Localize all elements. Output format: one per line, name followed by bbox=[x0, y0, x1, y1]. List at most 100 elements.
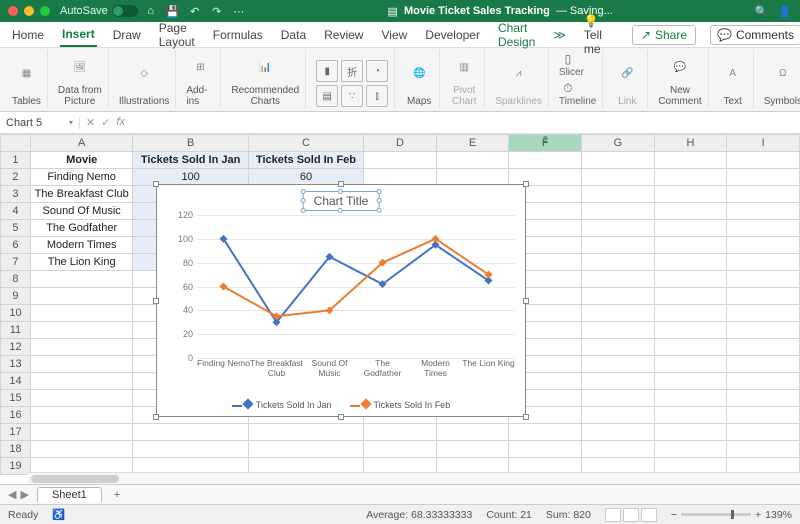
cell[interactable] bbox=[436, 441, 509, 458]
cell[interactable] bbox=[364, 441, 437, 458]
cell[interactable] bbox=[654, 220, 727, 237]
sheet-tab-sheet1[interactable]: Sheet1 bbox=[37, 487, 102, 502]
embedded-chart[interactable]: Chart Title 020406080100120 Finding Nemo… bbox=[156, 184, 526, 417]
cell[interactable] bbox=[30, 407, 133, 424]
row-header-16[interactable]: 16 bbox=[1, 407, 31, 424]
cell[interactable] bbox=[30, 373, 133, 390]
cell[interactable]: The Breakfast Club bbox=[30, 186, 133, 203]
horizontal-scrollbar[interactable] bbox=[28, 472, 800, 484]
tab-insert[interactable]: Insert bbox=[60, 23, 97, 47]
row-header-4[interactable]: 4 bbox=[1, 203, 31, 220]
group-rec-charts[interactable]: 📊 Recommended Charts bbox=[225, 50, 306, 109]
cell[interactable] bbox=[727, 441, 800, 458]
col-header-I[interactable]: I bbox=[727, 135, 800, 152]
cell[interactable] bbox=[364, 169, 437, 186]
row-header-9[interactable]: 9 bbox=[1, 288, 31, 305]
cell[interactable] bbox=[727, 254, 800, 271]
cell[interactable] bbox=[30, 322, 133, 339]
cell[interactable]: Tickets Sold In Feb bbox=[248, 152, 363, 169]
row-header-8[interactable]: 8 bbox=[1, 271, 31, 288]
cell[interactable]: Finding Nemo bbox=[30, 169, 133, 186]
cell[interactable] bbox=[582, 152, 655, 169]
tab-chart-design[interactable]: Chart Design bbox=[496, 17, 537, 53]
cell[interactable] bbox=[654, 356, 727, 373]
cell[interactable] bbox=[582, 237, 655, 254]
zoom-in-icon[interactable]: + bbox=[755, 509, 761, 521]
chart-legend[interactable]: Tickets Sold In Jan Tickets Sold In Feb bbox=[157, 400, 525, 410]
cell[interactable] bbox=[727, 152, 800, 169]
add-sheet-button[interactable]: + bbox=[108, 489, 126, 501]
col-header-B[interactable]: B bbox=[133, 135, 248, 152]
line-chart-icon[interactable]: 折 bbox=[341, 60, 363, 82]
home-icon[interactable]: ⌂ bbox=[144, 4, 158, 18]
col-header-A[interactable]: A bbox=[30, 135, 133, 152]
group-new-comment[interactable]: 💬 New Comment bbox=[652, 50, 708, 109]
pie-chart-icon[interactable]: ◔ bbox=[366, 60, 388, 82]
tab-draw[interactable]: Draw bbox=[111, 24, 143, 46]
row-header-1[interactable]: 1 bbox=[1, 152, 31, 169]
cell[interactable] bbox=[582, 441, 655, 458]
cell[interactable] bbox=[509, 169, 582, 186]
cell[interactable] bbox=[133, 424, 248, 441]
group-illustrations[interactable]: ◇ Illustrations bbox=[113, 50, 177, 109]
cell[interactable] bbox=[654, 424, 727, 441]
cell[interactable] bbox=[364, 424, 437, 441]
col-header-G[interactable]: G bbox=[582, 135, 655, 152]
cell[interactable] bbox=[30, 441, 133, 458]
cell[interactable]: Modern Times bbox=[30, 237, 133, 254]
cell[interactable] bbox=[582, 373, 655, 390]
cell[interactable] bbox=[582, 424, 655, 441]
cell[interactable]: 60 bbox=[248, 169, 363, 186]
cell[interactable] bbox=[30, 288, 133, 305]
group-addins[interactable]: ⊞ Add-ins bbox=[180, 50, 221, 109]
view-buttons[interactable] bbox=[605, 508, 657, 522]
cell[interactable] bbox=[364, 152, 437, 169]
select-all-corner[interactable] bbox=[1, 135, 31, 152]
group-data-from-picture[interactable]: 🖼 Data from Picture bbox=[52, 50, 109, 109]
cell[interactable] bbox=[30, 271, 133, 288]
cell[interactable] bbox=[654, 305, 727, 322]
comments-button[interactable]: 💬 Comments bbox=[710, 25, 800, 45]
cell[interactable] bbox=[654, 203, 727, 220]
cell[interactable] bbox=[582, 356, 655, 373]
cell[interactable] bbox=[654, 441, 727, 458]
cell[interactable] bbox=[654, 390, 727, 407]
cell[interactable] bbox=[30, 356, 133, 373]
cell[interactable] bbox=[654, 373, 727, 390]
zoom-out-icon[interactable]: − bbox=[671, 509, 677, 521]
cell[interactable] bbox=[654, 254, 727, 271]
hierarchy-chart-icon[interactable]: ▤ bbox=[316, 85, 338, 107]
col-header-F[interactable]: ↧F bbox=[509, 135, 582, 152]
name-box[interactable]: Chart 5 ▾ bbox=[0, 117, 80, 129]
row-header-17[interactable]: 17 bbox=[1, 424, 31, 441]
row-header-11[interactable]: 11 bbox=[1, 322, 31, 339]
col-header-C[interactable]: C bbox=[248, 135, 363, 152]
cell[interactable]: Tickets Sold In Jan bbox=[133, 152, 248, 169]
tab-review[interactable]: Review bbox=[322, 24, 365, 46]
bar-chart-icon[interactable]: ▮ bbox=[316, 60, 338, 82]
cell[interactable] bbox=[582, 169, 655, 186]
tab-view[interactable]: View bbox=[379, 24, 409, 46]
cell[interactable] bbox=[30, 339, 133, 356]
cell[interactable]: The Lion King bbox=[30, 254, 133, 271]
sheet-nav-prev-icon[interactable]: ◀ bbox=[8, 488, 16, 501]
tab-developer[interactable]: Developer bbox=[423, 24, 482, 46]
row-header-19[interactable]: 19 bbox=[1, 458, 31, 475]
cell[interactable] bbox=[654, 288, 727, 305]
chevron-down-icon[interactable]: ▾ bbox=[69, 118, 73, 127]
row-header-15[interactable]: 15 bbox=[1, 390, 31, 407]
row-header-5[interactable]: 5 bbox=[1, 220, 31, 237]
col-header-D[interactable]: D bbox=[364, 135, 437, 152]
cell[interactable] bbox=[248, 424, 363, 441]
row-header-14[interactable]: 14 bbox=[1, 373, 31, 390]
cell[interactable] bbox=[727, 390, 800, 407]
cell[interactable] bbox=[654, 407, 727, 424]
share-button[interactable]: ↗ Share bbox=[632, 25, 696, 45]
cell[interactable] bbox=[727, 220, 800, 237]
scrollbar-thumb[interactable] bbox=[31, 475, 119, 483]
zoom-slider[interactable] bbox=[681, 513, 751, 516]
cell[interactable] bbox=[436, 424, 509, 441]
autosave-toggle[interactable] bbox=[112, 5, 138, 17]
row-header-10[interactable]: 10 bbox=[1, 305, 31, 322]
cell[interactable] bbox=[727, 203, 800, 220]
